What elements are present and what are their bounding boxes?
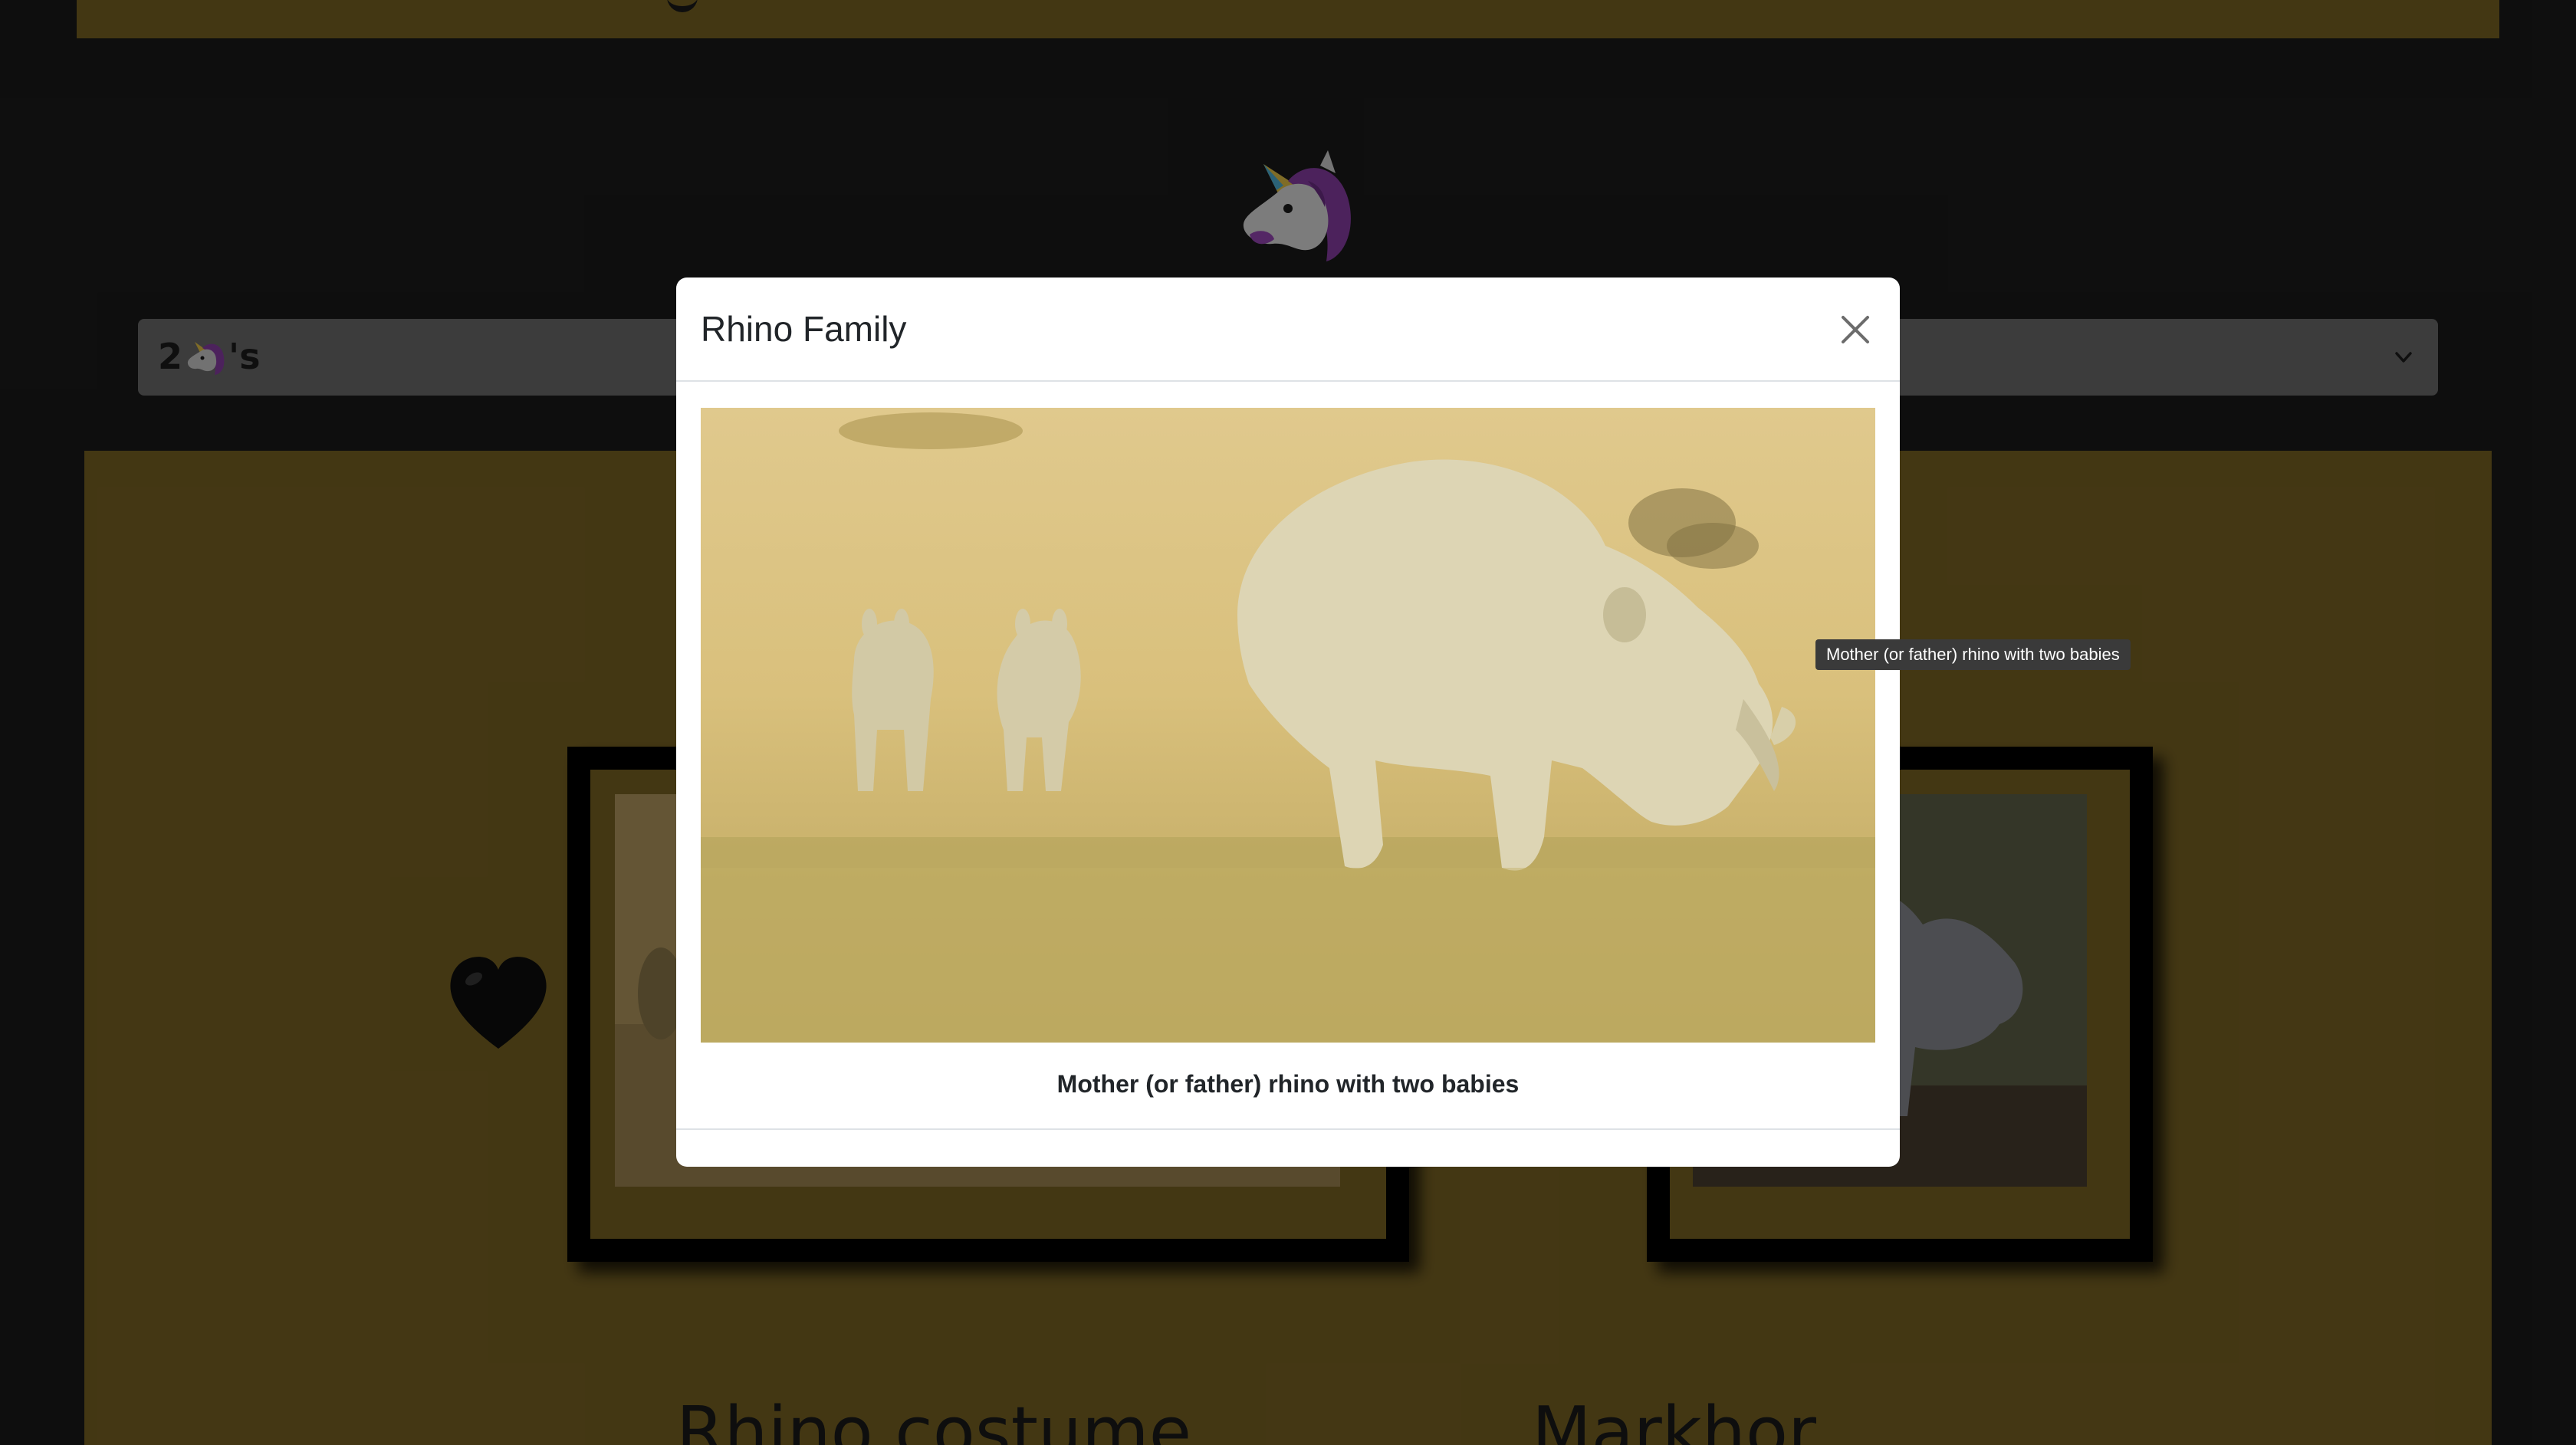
modal-footer-divider [676,1128,1900,1130]
close-button[interactable] [1834,308,1877,351]
rhino-family-photo [701,408,1875,1043]
image-tooltip: Mother (or father) rhino with two babies [1815,639,2131,670]
modal-header: Rhino Family [676,278,1900,382]
close-icon [1842,316,1869,343]
image-modal: Rhino Family Mother (or father) rhino wi… [676,278,1900,1167]
modal-title: Rhino Family [701,309,907,349]
page: 2 's hino tes [0,0,2576,1445]
modal-caption: Mother (or father) rhino with two babies [1056,1070,1520,1098]
